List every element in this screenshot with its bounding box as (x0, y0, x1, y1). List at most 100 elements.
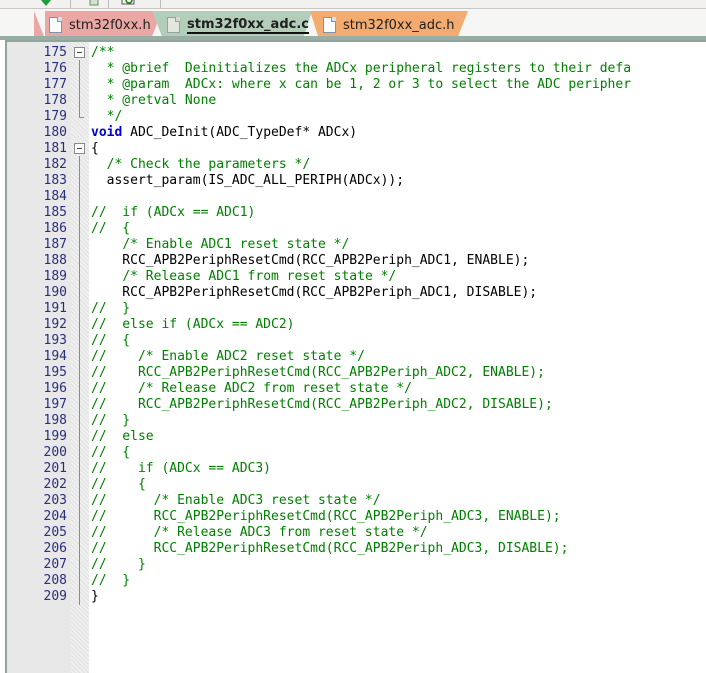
code-line[interactable]: // RCC_APB2PeriphResetCmd(RCC_APB2Periph… (91, 365, 545, 381)
code-text: } (91, 589, 99, 604)
code-comment: // RCC_APB2PeriphResetCmd(RCC_APB2Periph… (91, 509, 561, 524)
code-line[interactable]: // { (91, 221, 130, 237)
code-line[interactable]: /** (91, 45, 114, 61)
clipboard-icon[interactable] (86, 0, 102, 7)
code-line[interactable]: // { (91, 333, 130, 349)
code-line[interactable]: // else (91, 429, 154, 445)
fold-connector-line (79, 60, 80, 117)
code-comment: // RCC_APB2PeriphResetCmd(RCC_APB2Periph… (91, 397, 553, 412)
code-line[interactable]: // { (91, 477, 146, 493)
code-line[interactable]: } (91, 589, 99, 605)
code-line[interactable]: // } (91, 573, 130, 589)
code-text: RCC_APB2PeriphResetCmd(RCC_APB2Periph_AD… (91, 253, 530, 268)
tab-label: stm32f0xx_adc.h (343, 17, 455, 33)
tab-left-edge (34, 11, 45, 39)
code-comment: /* Release ADC1 from reset state */ (122, 269, 397, 284)
line-number: 186 (43, 221, 67, 236)
code-comment: // /* Release ADC3 from reset state */ (91, 525, 428, 540)
code-line[interactable]: /* Enable ADC1 reset state */ (91, 237, 349, 253)
line-number: 187 (43, 237, 67, 252)
code-line[interactable]: RCC_APB2PeriphResetCmd(RCC_APB2Periph_AD… (91, 285, 537, 301)
toolbar-separator (160, 0, 161, 8)
code-line[interactable]: // RCC_APB2PeriphResetCmd(RCC_APB2Periph… (91, 397, 553, 413)
toolbar-separator (108, 0, 109, 8)
code-comment: // } (91, 413, 131, 428)
line-number: 198 (43, 413, 67, 428)
line-number: 194 (43, 349, 67, 364)
code-line[interactable]: { (91, 141, 99, 157)
code-comment: // /* Release ADC2 from reset state */ (91, 381, 412, 396)
line-number: 205 (43, 525, 67, 540)
tab-stm32f0xx-h[interactable]: stm32f0xx.h (34, 11, 162, 39)
file-icon (49, 17, 62, 33)
code-line[interactable]: RCC_APB2PeriphResetCmd(RCC_APB2Periph_AD… (91, 253, 529, 269)
code-folding-margin[interactable] (71, 42, 89, 673)
toolbar-separator (70, 0, 71, 8)
file-icon (167, 17, 180, 33)
line-number: 183 (43, 173, 67, 188)
fold-collapse-icon[interactable] (74, 143, 85, 154)
line-number-gutter: 175 176 177 178 179 180 181 182 183 184 185 186 187 1… (7, 42, 71, 673)
line-number: 201 (43, 461, 67, 476)
line-number: 182 (43, 157, 67, 172)
code-line[interactable]: // RCC_APB2PeriphResetCmd(RCC_APB2Periph… (91, 541, 568, 557)
editor-frame: 175 176 177 178 179 180 181 182 183 184 185 186 187 1… (5, 40, 706, 673)
line-number: 190 (43, 285, 67, 300)
code-line[interactable]: // } (91, 413, 130, 429)
code-line[interactable]: * @brief Deinitializes the ADCx peripher… (91, 61, 631, 77)
line-number: 185 (43, 205, 67, 220)
tab-stm32f0xx-adc-c[interactable]: stm32f0xx_adc.c (152, 11, 312, 39)
tab-stm32f0xx-adc-h[interactable]: stm32f0xx_adc.h (310, 11, 468, 39)
code-comment: */ (91, 109, 123, 124)
code-line[interactable]: // /* Enable ADC2 reset state */ (91, 349, 365, 365)
line-number: 189 (43, 269, 67, 284)
code-line[interactable]: assert_param(IS_ADC_ALL_PERIPH(ADCx)); (91, 173, 404, 189)
dropdown-arrow-icon[interactable] (38, 0, 54, 7)
file-icon (323, 17, 336, 33)
line-number: 180 (43, 125, 67, 140)
line-number: 184 (43, 189, 67, 204)
code-text-area[interactable]: /** * @brief Deinitializes the ADCx peri… (89, 42, 706, 673)
code-comment: // { (91, 333, 131, 348)
code-line[interactable]: // /* Enable ADC3 reset state */ (91, 493, 381, 509)
code-line[interactable]: // /* Release ADC3 from reset state */ (91, 525, 428, 541)
code-editor-window: stm32f0xx.h stm32f0xx_adc.c stm32f0xx_ad… (0, 0, 706, 673)
code-comment: // if (ADCx == ADC3) (91, 461, 272, 476)
line-number: 193 (43, 333, 67, 348)
line-number: 209 (43, 589, 67, 604)
code-line[interactable]: // RCC_APB2PeriphResetCmd(RCC_APB2Periph… (91, 509, 561, 525)
code-comment: // { (91, 445, 131, 460)
code-line[interactable]: // { (91, 445, 130, 461)
line-number: 179 (43, 109, 67, 124)
fold-connector-line (79, 156, 80, 605)
fold-collapse-icon[interactable] (74, 47, 85, 58)
find-icon[interactable] (120, 0, 136, 7)
line-number: 197 (43, 397, 67, 412)
line-number: 200 (43, 445, 67, 460)
line-number: 202 (43, 477, 67, 492)
line-number: 191 (43, 301, 67, 316)
fold-region-end-marker (79, 117, 84, 118)
code-comment: // { (91, 221, 131, 236)
code-line[interactable]: /* Check the parameters */ (91, 157, 311, 173)
line-number: 203 (43, 493, 67, 508)
code-line[interactable]: // else if (ADCx == ADC2) (91, 317, 295, 333)
code-line[interactable]: // } (91, 557, 146, 573)
code-line[interactable]: /* Release ADC1 from reset state */ (91, 269, 396, 285)
code-text: assert_param(IS_ADC_ALL_PERIPH(ADCx)); (91, 173, 405, 188)
code-comment: // } (91, 573, 131, 588)
line-number: 206 (43, 541, 67, 556)
code-line[interactable]: // if (ADCx == ADC3) (91, 461, 271, 477)
code-comment: * @brief Deinitializes the ADCx peripher… (91, 61, 632, 76)
code-line[interactable]: void ADC_DeInit(ADC_TypeDef* ADCx) (91, 125, 357, 141)
code-line[interactable]: // /* Release ADC2 from reset state */ (91, 381, 412, 397)
code-line[interactable]: * @retval None (91, 93, 217, 109)
code-comment: // { (91, 477, 146, 492)
code-comment: // RCC_APB2PeriphResetCmd(RCC_APB2Periph… (91, 541, 569, 556)
code-line[interactable]: */ (91, 109, 123, 125)
code-line[interactable]: // } (91, 301, 130, 317)
code-line[interactable]: // if (ADCx == ADC1) (91, 205, 255, 221)
code-line[interactable]: * @param ADCx: where x can be 1, 2 or 3 … (91, 77, 631, 93)
code-keyword: void (91, 125, 123, 140)
